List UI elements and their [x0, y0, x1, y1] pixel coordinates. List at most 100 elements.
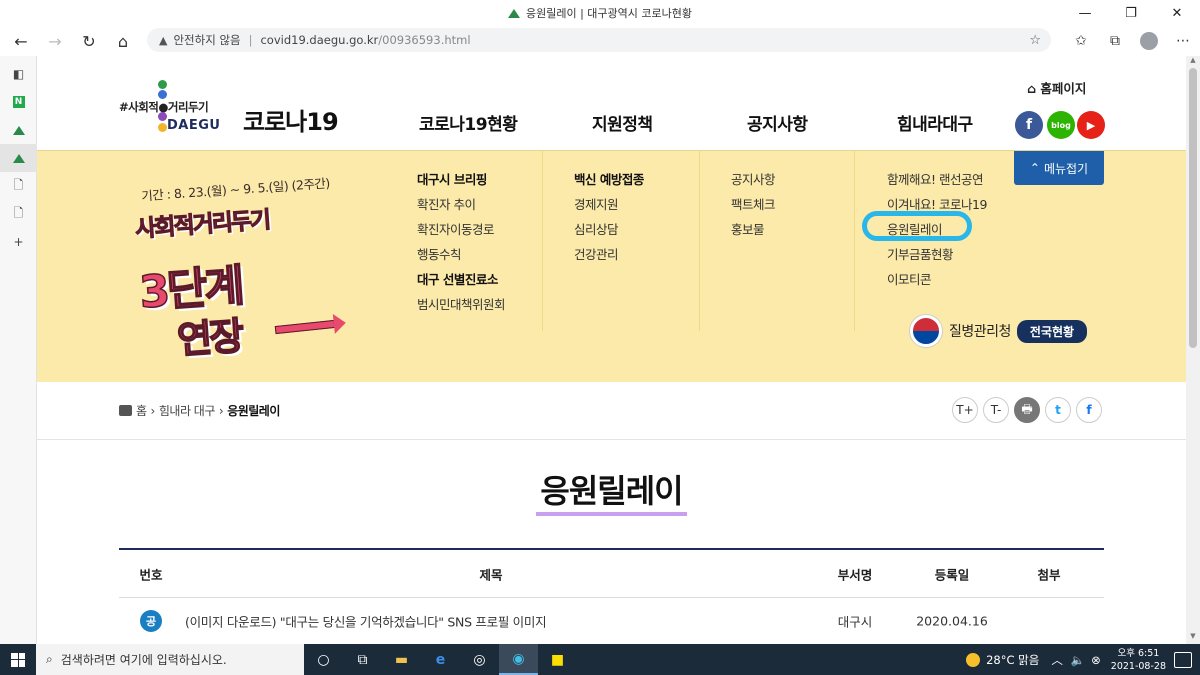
ie-icon[interactable]: e [421, 644, 460, 675]
gnb-status[interactable]: 코로나19현황 [419, 110, 518, 135]
sidebar-tab-doc1[interactable]: 🗋 [0, 172, 37, 200]
edge-icon[interactable]: ◉ [499, 644, 538, 675]
taskbar-search[interactable]: ⌕ 검색하려면 여기에 입력하십시오. [36, 644, 304, 675]
profile-avatar[interactable] [1140, 32, 1158, 50]
menu-fold-label: 메뉴접기 [1043, 161, 1089, 176]
twitter-icon[interactable]: t [1045, 397, 1071, 423]
banner-period: 기간 : 8. 23.(월) ~ 9. 5.(일) (2주간) [140, 175, 331, 204]
menu-item[interactable]: 함께해요! 랜선공연 [887, 169, 984, 188]
scroll-up-icon[interactable]: ▲ [1186, 56, 1200, 68]
logo-dot-yellow [158, 123, 167, 132]
sidebar-tab-naver[interactable]: N [0, 88, 37, 116]
minimize-icon[interactable]: — [1062, 0, 1108, 26]
file-explorer-icon[interactable]: ▬ [382, 644, 421, 675]
page-scrollbar[interactable]: ▲ ▼ [1186, 56, 1200, 644]
facebook-share-icon[interactable]: f [1076, 397, 1102, 423]
menu-divider [542, 151, 543, 331]
col-date: 등록일 [934, 567, 970, 582]
breadcrumb-home[interactable]: 홈 [136, 402, 147, 419]
menu-item[interactable]: 팩트체크 [731, 194, 776, 213]
print-icon[interactable]: 🖶 [1014, 397, 1040, 423]
sidebar-tab-doc2[interactable]: 🗋 [0, 200, 37, 228]
cortana-icon[interactable]: ○ [304, 644, 343, 675]
menu-item[interactable]: 이모티콘 [887, 269, 932, 288]
refresh-icon[interactable]: ↻ [72, 26, 106, 56]
favorites-icon[interactable]: ✩ [1064, 33, 1098, 49]
banner-arrow-icon [274, 319, 336, 335]
menu-item[interactable]: 행동수칙 [417, 244, 462, 263]
menu-item[interactable]: 경제지원 [574, 194, 619, 213]
task-view-icon[interactable]: ⧉ [343, 644, 382, 675]
col-number: 번호 [139, 567, 163, 582]
favorite-add-icon[interactable]: ☆ [1029, 33, 1041, 48]
notification-icon[interactable] [1174, 651, 1192, 668]
kdca-link[interactable]: 질병관리청 전국현황 [910, 315, 1088, 347]
browser-sidebar: ◧ N 🗋 🗋 + [0, 56, 37, 644]
distancing-banner[interactable]: 기간 : 8. 23.(월) ~ 9. 5.(일) (2주간) 사회적거리두기 … [134, 171, 345, 371]
menu-divider [854, 151, 855, 331]
tray-chevron-icon[interactable]: ︿ [1051, 652, 1063, 668]
new-tab-icon[interactable]: + [0, 228, 37, 256]
site-favicon-icon [12, 125, 25, 135]
taegeuk-icon [910, 315, 942, 347]
start-button[interactable] [0, 644, 36, 675]
collections-icon[interactable]: ⧉ [1098, 33, 1132, 49]
menu-item[interactable]: 확진자이동경로 [417, 219, 495, 238]
menu-item[interactable]: 심리상담 [574, 219, 619, 238]
clock-date: 2021-08-28 [1110, 660, 1166, 672]
menu-item[interactable]: 대구 선별진료소 [417, 269, 498, 288]
sidebar-tab-corona[interactable] [0, 116, 37, 144]
app-icon[interactable]: ◎ [460, 644, 499, 675]
menu-item[interactable]: 대구시 브리핑 [417, 169, 487, 188]
row-department: 대구시 [837, 614, 873, 630]
home-icon [119, 405, 132, 416]
address-bar[interactable]: ▲ 안전하지 않음 | covid19.daegu.go.kr /0093659… [147, 28, 1051, 52]
row-title[interactable]: (이미지 다운로드) "대구는 당신을 기억하겠습니다" SNS 프로필 이미지 [185, 612, 547, 631]
ime-icon[interactable]: ⊗ [1091, 653, 1101, 667]
breadcrumb-parent[interactable]: 힘내라 대구 [159, 402, 216, 419]
col-title: 제목 [479, 567, 503, 582]
page-title: 응원릴레이 [536, 466, 687, 516]
home-icon[interactable]: ⌂ [106, 26, 140, 56]
clock[interactable]: 오후 6:51 2021-08-28 [1111, 647, 1166, 673]
weather-icon [966, 652, 981, 667]
menu-item[interactable]: 범시민대책위원회 [417, 294, 506, 313]
scroll-thumb[interactable] [1189, 68, 1197, 348]
facebook-icon[interactable]: f [1015, 111, 1043, 139]
national-status-button[interactable]: 전국현황 [1016, 319, 1088, 343]
tab-actions-icon[interactable]: ◧ [0, 60, 37, 88]
menu-item[interactable]: 기부금품현황 [887, 244, 954, 263]
kakaotalk-icon[interactable]: ■ [538, 644, 577, 675]
volume-icon[interactable]: 🔈 [1071, 653, 1085, 667]
site-header: #사회적●거리두기 DAEGU 코로나19 코로나19현황 지원정책 공지사항 … [37, 56, 1186, 150]
scroll-down-icon[interactable]: ▼ [1186, 632, 1200, 644]
menu-fold-button[interactable]: ⌃ 메뉴접기 [1014, 151, 1104, 185]
font-decrease-button[interactable]: T- [983, 397, 1009, 423]
table-row[interactable]: 공 (이미지 다운로드) "대구는 당신을 기억하겠습니다" SNS 프로필 이… [119, 598, 1104, 644]
menu-divider [699, 151, 700, 331]
maximize-icon[interactable]: ❐ [1108, 0, 1154, 26]
menu-item[interactable]: 확진자 추이 [417, 194, 476, 213]
blog-icon[interactable]: blog [1047, 111, 1075, 139]
window-controls: — ❐ ✕ [1062, 0, 1200, 26]
site-title[interactable]: 코로나19 [243, 102, 339, 137]
weather-label[interactable]: 28°C 맑음 [986, 652, 1039, 668]
gnb-support[interactable]: 지원정책 [592, 110, 653, 135]
youtube-icon[interactable]: ▶ [1077, 111, 1105, 139]
more-icon[interactable]: ⋯ [1166, 33, 1200, 49]
site-logo[interactable]: #사회적●거리두기 DAEGU [119, 80, 229, 136]
sidebar-tab-corona-active[interactable] [0, 144, 37, 172]
close-icon[interactable]: ✕ [1154, 0, 1200, 26]
gnb-notice[interactable]: 공지사항 [747, 110, 808, 135]
col-attachment: 첨부 [1037, 567, 1061, 582]
menu-item[interactable]: 공지사항 [731, 169, 776, 188]
font-increase-button[interactable]: T+ [952, 397, 978, 423]
homepage-link[interactable]: ⌂ 홈페이지 [1027, 78, 1086, 97]
breadcrumb-separator: › [218, 403, 224, 418]
menu-item[interactable]: 백신 예방접종 [574, 169, 644, 188]
back-icon[interactable]: ← [4, 26, 38, 56]
menu-item[interactable]: 건강관리 [574, 244, 619, 263]
forward-icon[interactable]: → [38, 26, 72, 56]
gnb-cheer[interactable]: 힘내라대구 [897, 110, 973, 135]
menu-item[interactable]: 홍보물 [731, 219, 765, 238]
